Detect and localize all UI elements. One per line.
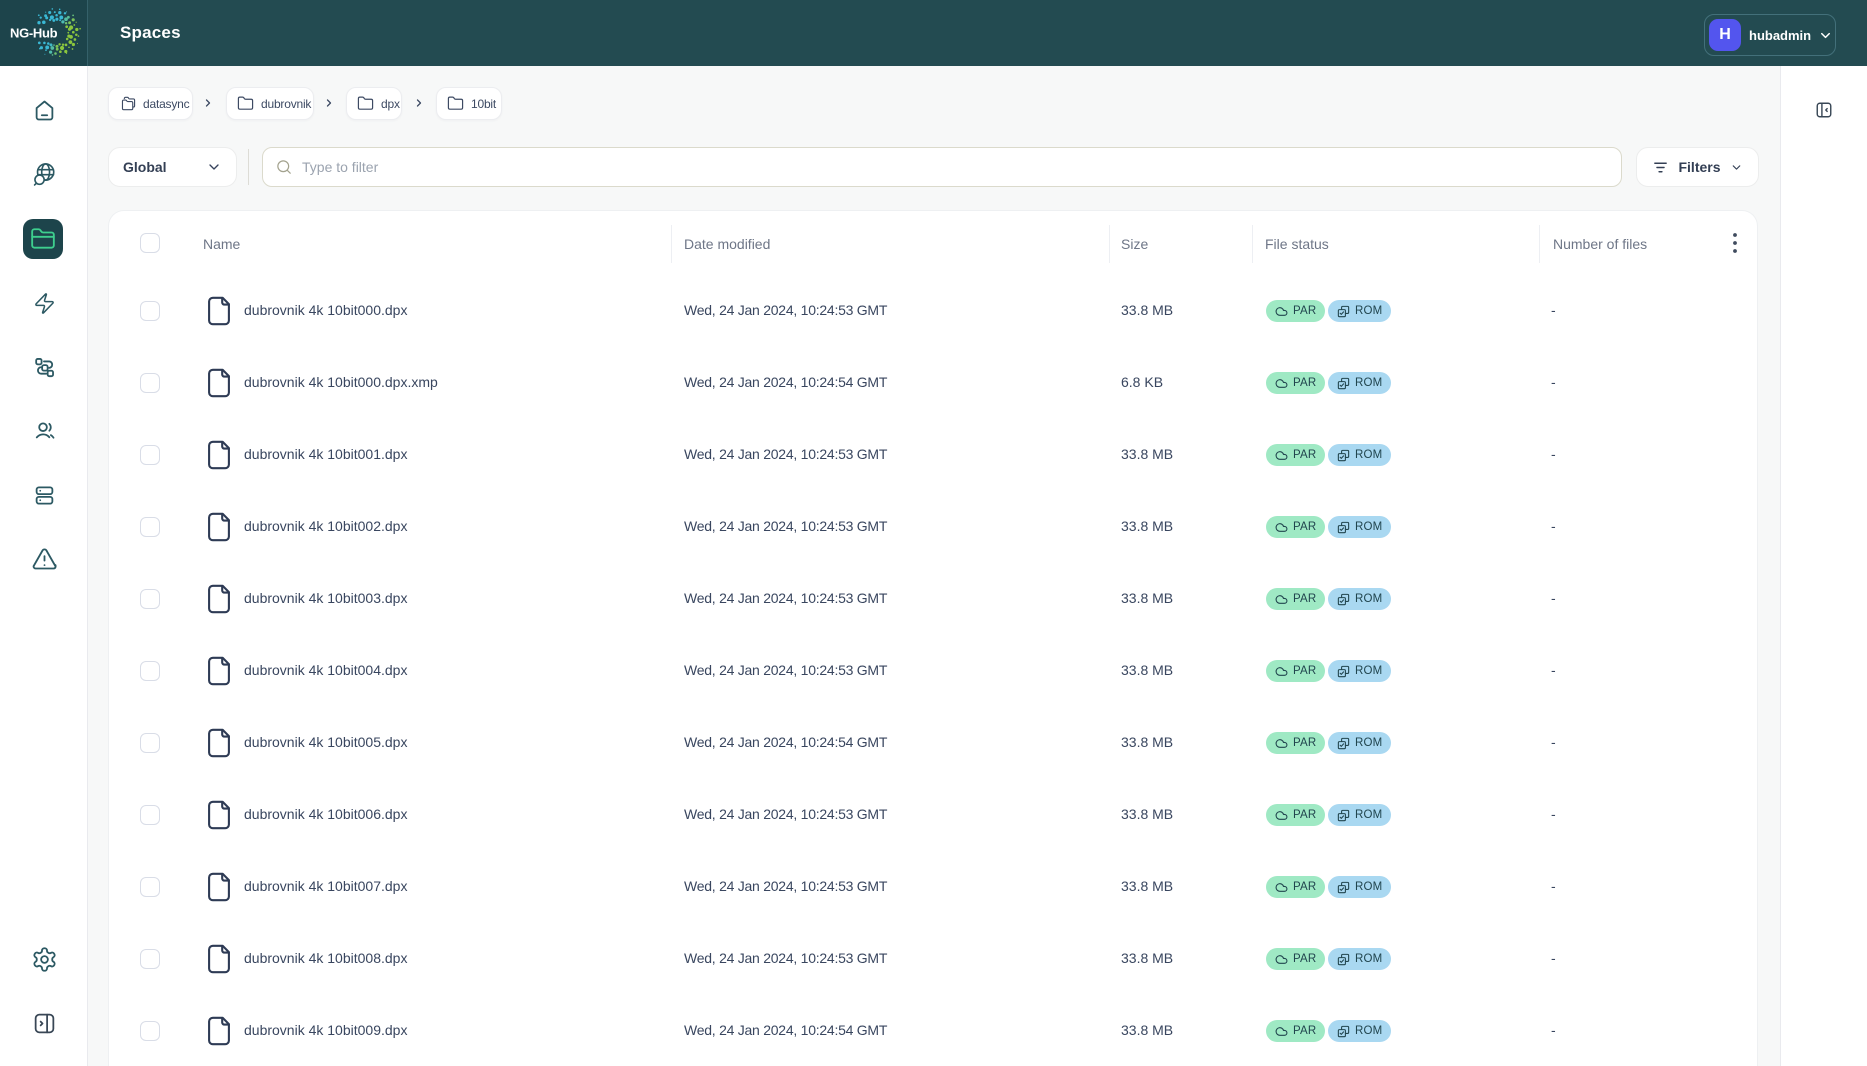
svg-text:NG-Hub: NG-Hub <box>10 26 58 41</box>
